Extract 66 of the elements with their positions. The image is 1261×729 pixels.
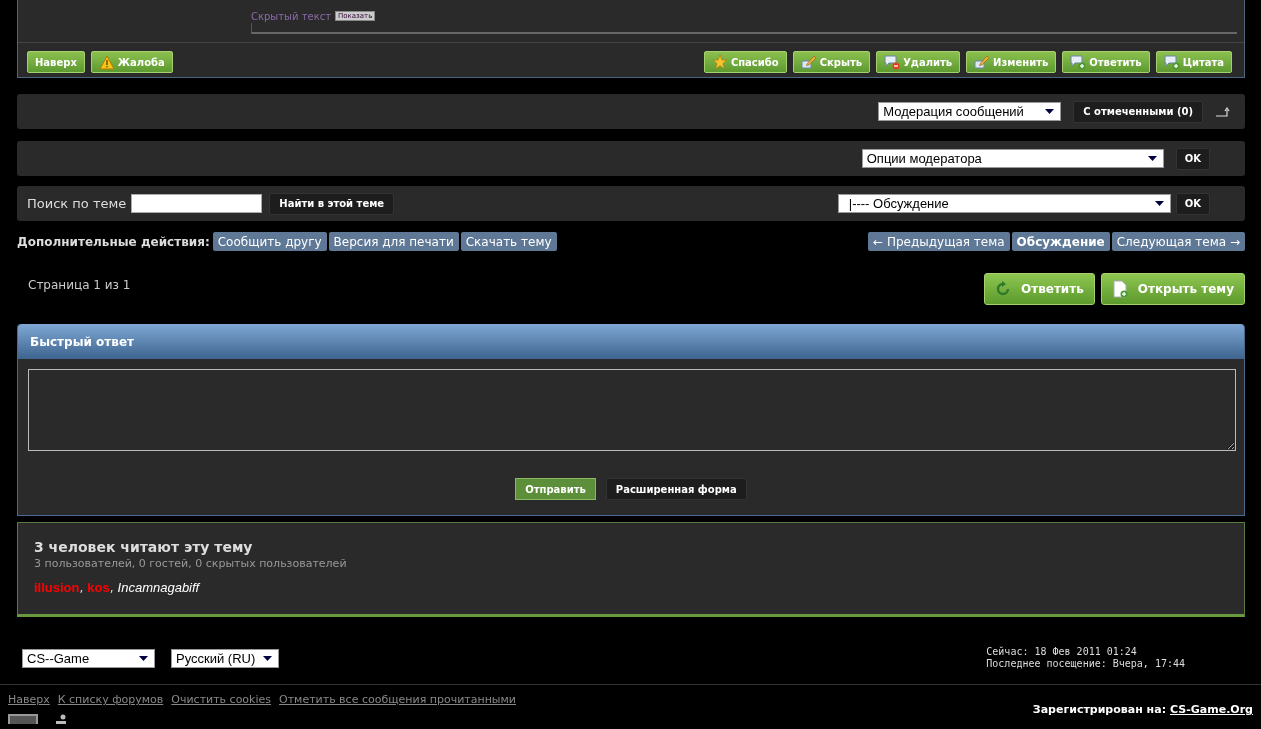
registered-label: Зарегистрирован на: [1032,703,1167,716]
user-link[interactable]: kos [87,580,110,595]
user-link[interactable]: Incamnagabiff [117,580,200,595]
topic-nav-button[interactable]: Обсуждение [1011,232,1110,251]
person-icon [54,714,68,724]
comment-remove-icon [884,54,901,70]
footer-link[interactable]: Наверх [8,693,50,716]
footer-link[interactable]: Отметить все сообщения прочитанными [279,693,516,716]
dropdown-caret-icon [1154,201,1164,206]
monitor-icon [8,714,38,724]
comment-add-icon [1163,54,1180,70]
star-icon [711,54,728,70]
page-add-icon [1111,280,1128,298]
extra-action-button[interactable]: Скачать тему [460,232,557,251]
dropdown-caret-icon [263,655,273,661]
post-action-button[interactable]: Наверх [27,51,85,73]
forum-jump-select[interactable]: |---- Обсуждение [837,194,1171,213]
readers-summary: 3 пользователей, 0 гостей, 0 скрытых пользователей [34,557,348,570]
post-action-button[interactable]: Цитата [1155,51,1232,73]
dropdown-caret-icon [1045,109,1055,114]
last-visit-text: Последнее посещение: Вчера, 17:44 [986,658,1185,670]
search-field[interactable] [131,194,263,213]
topic-nav-button[interactable]: ← Предыдущая тема [868,232,1010,251]
moderator-options-select[interactable]: Опции модератора [861,149,1164,168]
separator-text: , [109,581,114,595]
post-action-button[interactable]: Скрыть [792,51,871,73]
hidden-text-label: Скрытый текст [251,10,331,22]
ok-button[interactable]: OK [1175,192,1210,215]
warning-icon [98,54,115,70]
search-topic-button[interactable]: Найти в этой теме [269,192,395,215]
footer-link[interactable]: Очистить cookies [171,693,272,716]
pagination-text: Страница 1 из 1 [28,278,131,292]
pencil-icon [974,54,991,70]
search-label: Поиск по теме [27,196,127,211]
topic-action-button[interactable]: Ответить [984,273,1095,305]
ok-button[interactable]: OK [1175,147,1210,170]
post-action-button[interactable]: Спасибо [703,51,787,73]
user-link[interactable]: illusion [34,580,80,595]
skin-select[interactable]: CS--Game [22,648,155,668]
panel-title: Быстрый ответ [30,334,134,349]
apply-selected-button[interactable]: С отмеченными (0) [1073,100,1203,123]
extra-actions-label: Дополнительные действия: [17,234,210,249]
dropdown-caret-icon [139,655,148,661]
arrow-up-icon [1215,106,1231,117]
topic-action-button[interactable]: Открыть тему [1100,273,1245,305]
post-action-button[interactable]: Жалоба [90,51,173,73]
separator-text: , [79,581,84,595]
refresh-icon [995,281,1011,297]
readers-title: 3 человек читают эту тему [34,539,254,555]
send-button[interactable]: Отправить [515,478,596,500]
post-action-button[interactable]: Ответить [1062,51,1150,73]
comment-add-icon [1070,54,1087,70]
pencil-icon [800,54,817,70]
language-select[interactable]: Русский (RU) [171,648,280,668]
extra-action-button[interactable]: Версия для печати [328,232,459,251]
dropdown-caret-icon [1147,156,1157,161]
site-link[interactable]: CS-Game.Org [1170,703,1253,716]
post-action-button[interactable]: Удалить [876,51,961,73]
moderation-select[interactable]: Модерация сообщений [878,102,1062,121]
advanced-form-button[interactable]: Расширенная форма [605,478,747,500]
post-action-button[interactable]: Изменить [966,51,1057,73]
current-time-text: Сейчас: 18 Фев 2011 01:24 [986,646,1138,658]
topic-nav-button[interactable]: Следующая тема → [1111,232,1245,251]
footer-link[interactable]: К списку форумов [57,693,164,716]
reply-field[interactable] [28,369,1236,451]
extra-action-button[interactable]: Сообщить другу [212,232,327,251]
